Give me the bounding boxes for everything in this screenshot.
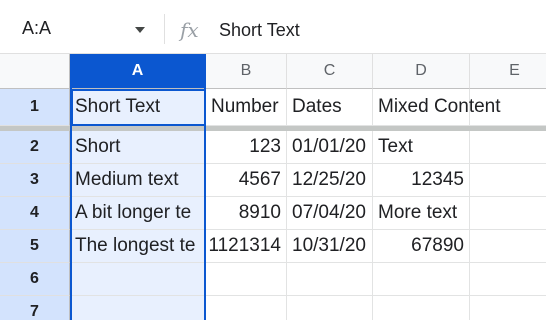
- column-header-a[interactable]: A: [70, 54, 206, 89]
- column-header-b[interactable]: B: [206, 54, 287, 89]
- row-header-4[interactable]: 4: [0, 197, 70, 230]
- row-header-6[interactable]: 6: [0, 263, 70, 296]
- cell-d6[interactable]: [373, 263, 470, 296]
- cell-d7[interactable]: [373, 296, 470, 320]
- cell-d4[interactable]: More text: [373, 197, 470, 230]
- formula-toolbar: A:A fx Short Text: [0, 0, 546, 54]
- cell-b4[interactable]: 8910: [206, 197, 287, 230]
- cell-b3[interactable]: 4567: [206, 164, 287, 197]
- cell-a7[interactable]: [70, 296, 206, 320]
- cell-c7[interactable]: [287, 296, 373, 320]
- cell-c4[interactable]: 07/04/20: [287, 197, 373, 230]
- cell-d5[interactable]: 67890: [373, 230, 470, 263]
- formula-input-value: Short Text: [219, 19, 300, 40]
- row-header-3[interactable]: 3: [0, 164, 70, 197]
- select-all-corner[interactable]: [0, 54, 70, 89]
- row-header-7[interactable]: 7: [0, 296, 70, 320]
- toolbar-divider: [164, 14, 165, 44]
- spreadsheet-grid[interactable]: A B C D E 1 Short Text Number Dates Mixe…: [0, 54, 546, 320]
- cell-a5[interactable]: The longest te: [70, 230, 206, 263]
- cell-a4[interactable]: A bit longer te: [70, 197, 206, 230]
- cell-e7[interactable]: [470, 296, 546, 320]
- formula-input[interactable]: Short Text: [219, 8, 539, 52]
- cell-e3[interactable]: [470, 164, 546, 197]
- cell-b7[interactable]: [206, 296, 287, 320]
- cell-e4[interactable]: [470, 197, 546, 230]
- cell-d3[interactable]: 12345: [373, 164, 470, 197]
- fx-icon: fx: [180, 18, 199, 42]
- name-box-value: A:A: [22, 17, 52, 38]
- row-header-5[interactable]: 5: [0, 230, 70, 263]
- cell-e2[interactable]: [470, 131, 546, 164]
- column-header-d[interactable]: D: [373, 54, 470, 89]
- cell-e5[interactable]: [470, 230, 546, 263]
- cell-a2[interactable]: Short: [70, 131, 206, 164]
- cell-d1[interactable]: Mixed Content: [373, 89, 501, 126]
- active-cell-outline: [71, 89, 206, 126]
- cell-b1[interactable]: Number: [206, 89, 287, 126]
- cell-c6[interactable]: [287, 263, 373, 296]
- cell-d2[interactable]: Text: [373, 131, 470, 164]
- caret-down-icon[interactable]: [132, 22, 148, 38]
- cell-a6[interactable]: [70, 263, 206, 296]
- cell-c3[interactable]: 12/25/20: [287, 164, 373, 197]
- cell-e1[interactable]: [470, 89, 546, 126]
- cell-c5[interactable]: 10/31/20: [287, 230, 373, 263]
- cell-b6[interactable]: [206, 263, 287, 296]
- cell-c2[interactable]: 01/01/20: [287, 131, 373, 164]
- cell-a3[interactable]: Medium text: [70, 164, 206, 197]
- row-header-2[interactable]: 2: [0, 131, 70, 164]
- cell-c1[interactable]: Dates: [287, 89, 373, 126]
- column-header-c[interactable]: C: [287, 54, 373, 89]
- row-header-1[interactable]: 1: [0, 89, 70, 126]
- cell-e6[interactable]: [470, 263, 546, 296]
- cell-b5[interactable]: 1121314: [206, 230, 287, 263]
- cell-b2[interactable]: 123: [206, 131, 287, 164]
- column-header-e[interactable]: E: [470, 54, 546, 89]
